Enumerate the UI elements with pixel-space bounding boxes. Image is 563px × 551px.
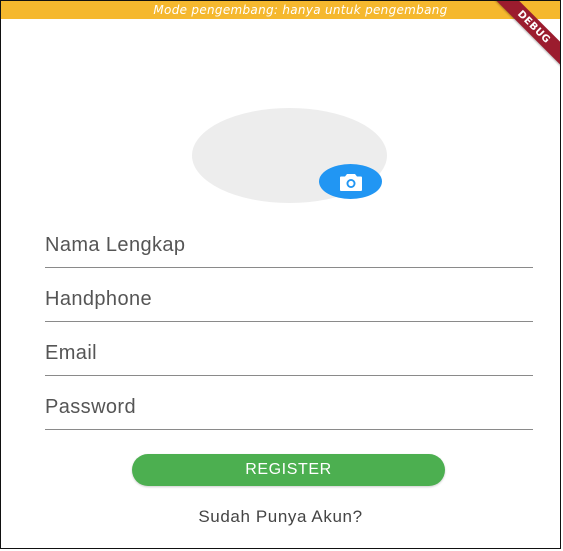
password-input[interactable] [45, 396, 533, 419]
password-field[interactable] [45, 380, 533, 430]
full-name-field[interactable] [45, 218, 533, 268]
register-button[interactable]: REGISTER [132, 454, 445, 486]
camera-icon [339, 173, 362, 191]
email-field[interactable] [45, 326, 533, 376]
phone-input[interactable] [45, 288, 533, 311]
email-input[interactable] [45, 342, 533, 365]
already-have-account-link[interactable]: Sudah Punya Akun? [1, 507, 560, 527]
developer-mode-banner: Mode pengembang: hanya untuk pengembang [1, 1, 560, 19]
full-name-input[interactable] [45, 234, 533, 257]
phone-field[interactable] [45, 272, 533, 322]
developer-mode-text: Mode pengembang: hanya untuk pengembang [153, 3, 448, 17]
change-photo-button[interactable] [319, 164, 382, 199]
register-screen: Mode pengembang: hanya untuk pengembang … [0, 0, 561, 549]
